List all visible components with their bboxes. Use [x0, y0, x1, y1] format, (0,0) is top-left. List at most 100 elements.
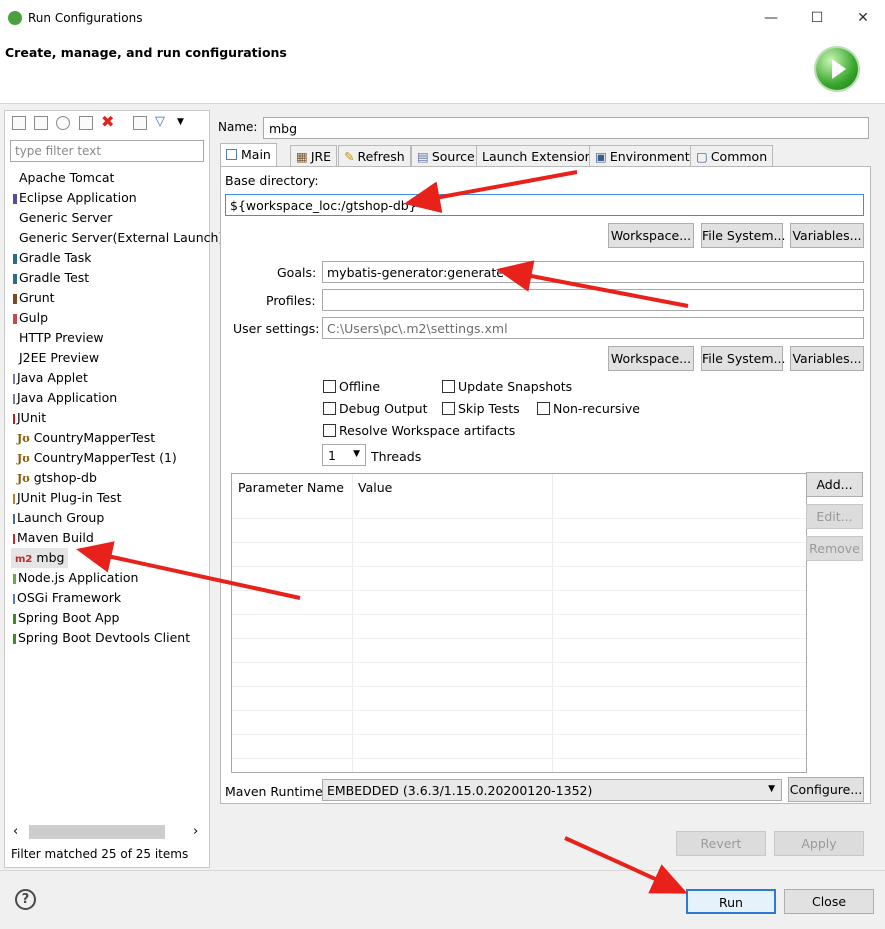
tab-refresh[interactable]: ✎ Refresh: [338, 145, 411, 166]
configure-button[interactable]: Configure...: [788, 777, 864, 802]
maximize-button[interactable]: ☐: [794, 4, 840, 32]
checkbox-label: Non-recursive: [553, 401, 640, 416]
tree-item-spring-boot-app[interactable]: Spring Boot App: [13, 608, 119, 628]
tree-item-http-preview[interactable]: HTTP Preview: [19, 328, 104, 348]
revert-button[interactable]: Revert: [676, 831, 766, 856]
java-applet-icon: [13, 373, 15, 384]
eclipse-icon: [13, 193, 17, 204]
tree-item-junit-plugin-test[interactable]: JUnit Plug-in Test: [13, 488, 121, 508]
spring-boot-icon: [13, 613, 16, 624]
workspace-button[interactable]: Workspace...: [608, 223, 694, 248]
horizontal-scrollbar[interactable]: ‹ ›: [9, 823, 205, 841]
tree-item-mbg[interactable]: m2 mbg: [11, 548, 69, 568]
tab-common[interactable]: ▢ Common: [690, 145, 774, 166]
tree-item-maven-build[interactable]: Maven Build: [13, 528, 94, 548]
column-header-value[interactable]: Value: [358, 480, 392, 495]
tree-item-spring-boot-devtools[interactable]: Spring Boot Devtools Client: [13, 628, 190, 648]
tab-main[interactable]: Main: [220, 143, 277, 167]
duplicate-icon[interactable]: [79, 116, 93, 130]
tree-item-countrymappertest[interactable]: Jʊ CountryMapperTest: [17, 428, 155, 448]
offline-checkbox[interactable]: Offline: [323, 379, 380, 394]
table-row-line: [232, 590, 806, 591]
tree-item-eclipse-application[interactable]: Eclipse Application: [13, 188, 137, 208]
tree-item-apache-tomcat[interactable]: Apache Tomcat: [19, 168, 114, 188]
tab-jre[interactable]: ▦ JRE: [290, 145, 338, 166]
file-system-button[interactable]: File System...: [701, 223, 785, 248]
close-button[interactable]: Close: [784, 889, 874, 914]
checkbox-box: [442, 402, 455, 415]
tab-environment[interactable]: ▣ Environment: [589, 145, 696, 166]
parameter-table[interactable]: Parameter Name Value: [231, 473, 807, 773]
checkbox-label: Debug Output: [339, 401, 428, 416]
export-icon[interactable]: [56, 116, 70, 130]
java-app-icon: [13, 393, 15, 404]
debug-output-checkbox[interactable]: Debug Output: [323, 401, 428, 416]
file-system-button-2[interactable]: File System...: [701, 346, 785, 371]
tree-item-osgi-framework[interactable]: OSGi Framework: [13, 588, 121, 608]
junit-test-icon: Jʊ: [17, 432, 30, 445]
apply-button[interactable]: Apply: [774, 831, 864, 856]
threads-select[interactable]: 1 ▼: [322, 444, 366, 466]
scrollbar-thumb[interactable]: [29, 825, 165, 839]
new-prototype-icon[interactable]: [34, 116, 48, 130]
footer-divider: [0, 870, 885, 871]
tree-item-grunt[interactable]: Grunt: [13, 288, 55, 308]
tab-source[interactable]: ▤ Source: [411, 145, 481, 166]
tree-item-label: Spring Boot App: [18, 610, 120, 625]
profiles-label: Profiles:: [266, 293, 316, 308]
workspace-button-2[interactable]: Workspace...: [608, 346, 694, 371]
tree-item-countrymappertest-1[interactable]: Jʊ CountryMapperTest (1): [17, 448, 177, 468]
variables-button-2[interactable]: Variables...: [790, 346, 864, 371]
source-icon: ▤: [417, 149, 429, 164]
edit-parameter-button[interactable]: Edit...: [806, 504, 863, 529]
update-snapshots-checkbox[interactable]: Update Snapshots: [442, 379, 572, 394]
column-header-parameter-name[interactable]: Parameter Name: [238, 480, 344, 495]
close-window-button[interactable]: ✕: [840, 4, 885, 32]
tab-launch-extensions[interactable]: Launch Extensions: [476, 145, 606, 166]
scroll-left-icon[interactable]: ‹: [13, 824, 18, 839]
chevron-down-icon[interactable]: ▼: [177, 117, 191, 131]
delete-icon[interactable]: ✖: [101, 114, 115, 130]
minimize-button[interactable]: —: [748, 4, 794, 32]
run-button[interactable]: Run: [686, 889, 776, 914]
tab-label: Refresh: [357, 149, 405, 164]
tree-item-generic-server-external[interactable]: Generic Server(External Launch): [19, 228, 223, 248]
tree-item-gtshop-db[interactable]: Jʊ gtshop-db: [17, 468, 97, 488]
tree-item-launch-group[interactable]: Launch Group: [13, 508, 104, 528]
tree-item-junit[interactable]: JUnit: [13, 408, 46, 428]
tree-item-java-applet[interactable]: Java Applet: [13, 368, 88, 388]
skip-tests-checkbox[interactable]: Skip Tests: [442, 401, 520, 416]
tree-item-label: Eclipse Application: [19, 190, 137, 205]
name-input[interactable]: mbg: [263, 117, 869, 139]
filter-input[interactable]: type filter text: [10, 140, 204, 162]
scroll-right-icon[interactable]: ›: [193, 824, 198, 839]
tree-item-nodejs-application[interactable]: Node.js Application: [13, 568, 138, 588]
tree-item-label: Gradle Task: [19, 250, 92, 265]
tree-item-label: Java Application: [17, 390, 118, 405]
new-config-icon[interactable]: [12, 116, 26, 130]
profiles-input[interactable]: [322, 289, 864, 311]
tree-item-gradle-test[interactable]: Gradle Test: [13, 268, 89, 288]
main-tab-content: Base directory: ${workspace_loc:/gtshop-…: [220, 166, 871, 804]
tree-item-generic-server[interactable]: Generic Server: [19, 208, 112, 228]
tree-item-java-application[interactable]: Java Application: [13, 388, 117, 408]
checkbox-label: Offline: [339, 379, 381, 394]
goals-input[interactable]: mybatis-generator:generate: [322, 261, 864, 283]
tree-item-j2ee-preview[interactable]: J2EE Preview: [19, 348, 99, 368]
tree-item-label: Node.js Application: [18, 570, 139, 585]
maven-runtime-select[interactable]: EMBEDDED (3.6.3/1.15.0.20200120-1352) ▼: [322, 779, 782, 801]
user-settings-input[interactable]: C:\Users\pc\.m2\settings.xml: [322, 317, 864, 339]
add-parameter-button[interactable]: Add...: [806, 472, 863, 497]
non-recursive-checkbox[interactable]: Non-recursive: [537, 401, 640, 416]
variables-button[interactable]: Variables...: [790, 223, 864, 248]
header-title: Create, manage, and run configurations: [5, 45, 287, 60]
help-icon[interactable]: ?: [15, 889, 36, 910]
tree-item-gradle-task[interactable]: Gradle Task: [13, 248, 92, 268]
tree-item-gulp[interactable]: Gulp: [13, 308, 48, 328]
remove-parameter-button[interactable]: Remove: [806, 536, 863, 561]
collapse-all-icon[interactable]: [133, 116, 147, 130]
resolve-workspace-checkbox[interactable]: Resolve Workspace artifacts: [323, 423, 515, 438]
filter-icon[interactable]: ▽: [155, 114, 169, 129]
checkbox-box: [537, 402, 550, 415]
base-directory-input[interactable]: ${workspace_loc:/gtshop-db}: [225, 194, 864, 216]
